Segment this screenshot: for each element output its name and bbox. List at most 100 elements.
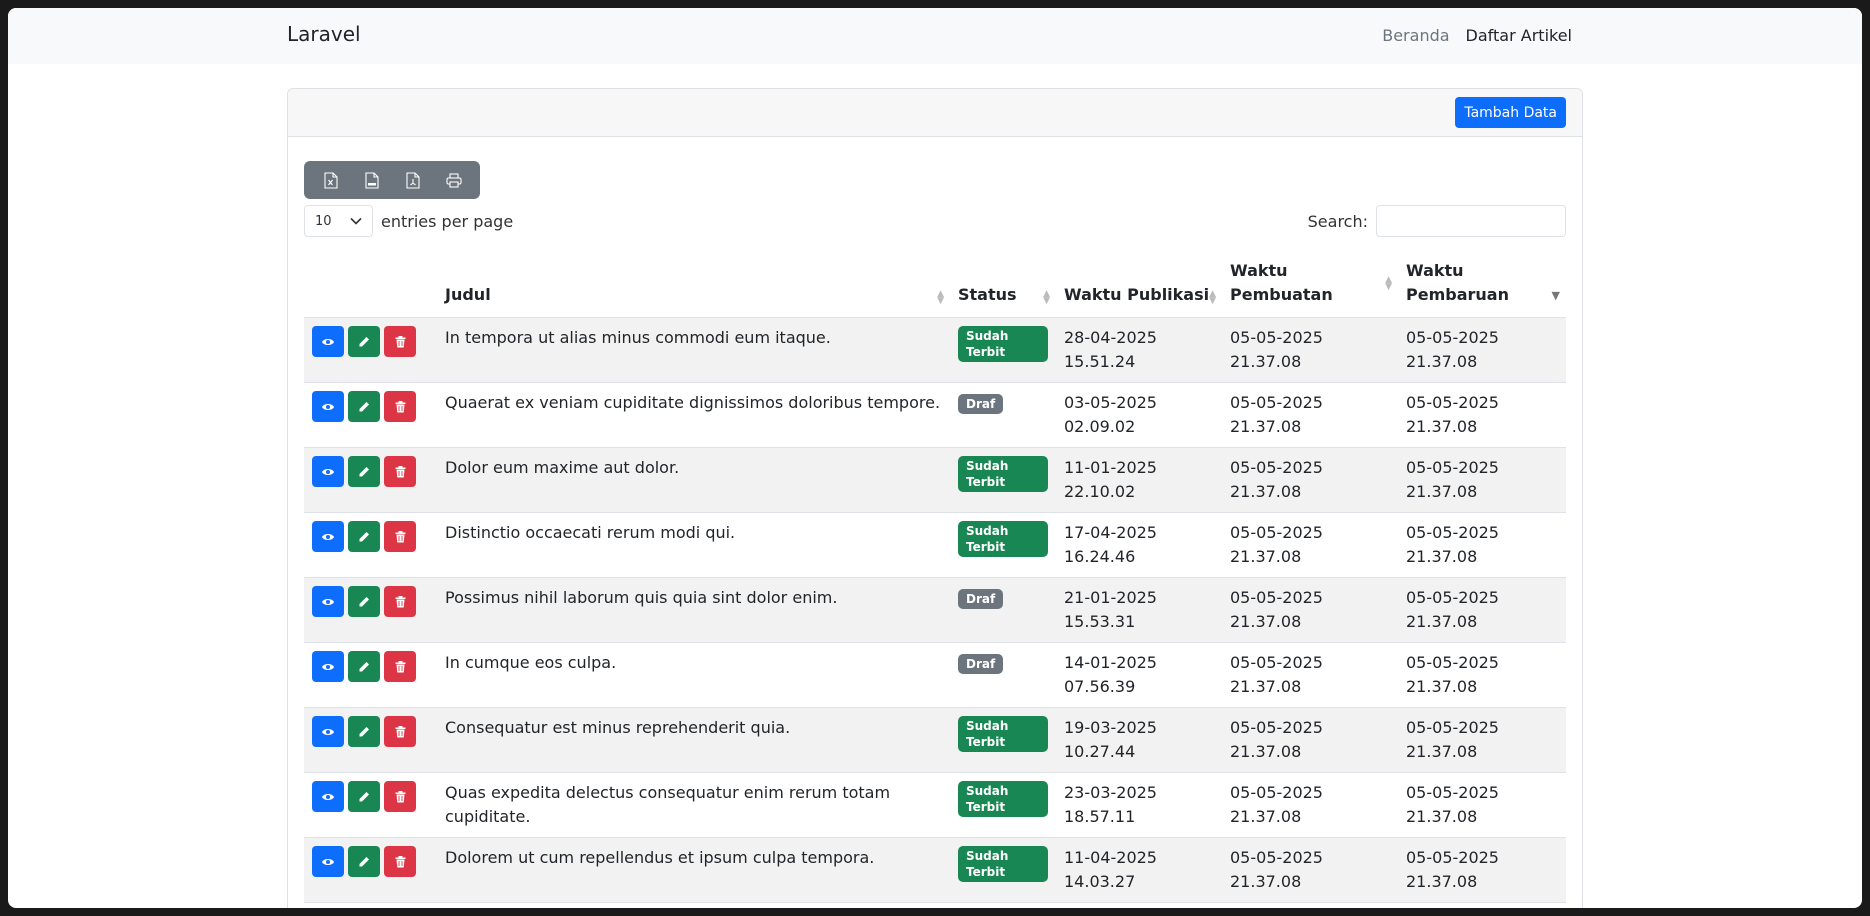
pembaruan-cell: 05-05-2025 21.37.08: [1398, 707, 1566, 773]
csv-file-icon[interactable]: [351, 161, 392, 199]
table-row: In cumque eos culpa. Draf 14-01-2025 07.…: [304, 642, 1566, 708]
table-row: In tempora ut alias minus commodi eum it…: [304, 317, 1566, 383]
edit-button[interactable]: [348, 391, 380, 422]
pembuatan-cell: 05-05-2025 21.37.08: [1222, 512, 1398, 578]
sort-desc-icon: ▼: [1551, 289, 1560, 302]
judul-cell: Consequatur est minus reprehenderit quia…: [437, 707, 950, 773]
excel-file-icon[interactable]: [310, 161, 351, 199]
nav-links: Beranda Daftar Artikel: [1382, 26, 1572, 45]
publikasi-cell: 03-05-2025 02.09.02: [1056, 382, 1222, 448]
view-button[interactable]: [312, 651, 344, 682]
nav-link-daftar-artikel[interactable]: Daftar Artikel: [1466, 26, 1572, 45]
trash-icon: [395, 335, 405, 347]
judul-cell: Dolor eum maxime aut dolor.: [437, 447, 950, 513]
status-badge: Sudah Terbit: [958, 781, 1048, 817]
status-cell: Draf: [950, 577, 1056, 643]
actions-cell: [304, 512, 437, 578]
table-row: Dolor eum maxime aut dolor. Sudah Terbit…: [304, 447, 1566, 513]
per-page-value: 10: [315, 213, 332, 229]
search-control: Search:: [1308, 205, 1566, 237]
column-header-label: Waktu Publikasi: [1064, 285, 1210, 304]
eye-icon: [322, 858, 334, 865]
view-button[interactable]: [312, 846, 344, 877]
column-header-waktu-publikasi[interactable]: Waktu Publikasi ▲ ▼: [1056, 251, 1222, 318]
table-row: Quas expedita delectus consequatur enim …: [304, 772, 1566, 838]
per-page-select[interactable]: 10: [304, 205, 373, 237]
publikasi-cell: 19-03-2025 10.27.44: [1056, 707, 1222, 773]
per-page-control: 10 entries per page: [304, 205, 513, 237]
edit-button[interactable]: [348, 716, 380, 747]
trash-icon: [395, 400, 405, 412]
edit-button[interactable]: [348, 781, 380, 812]
pencil-icon: [359, 531, 369, 541]
delete-button[interactable]: [384, 391, 416, 422]
eye-icon: [322, 468, 334, 475]
edit-button[interactable]: [348, 326, 380, 357]
pencil-icon: [359, 596, 369, 606]
edit-button[interactable]: [348, 651, 380, 682]
delete-button[interactable]: [384, 586, 416, 617]
articles-card: Tambah Data 10 entries per page Search: …: [287, 88, 1583, 908]
judul-cell: In tempora ut alias minus commodi eum it…: [437, 317, 950, 383]
view-button[interactable]: [312, 326, 344, 357]
column-header-waktu-pembuatan[interactable]: Waktu Pembuatan ▲ ▼: [1222, 251, 1398, 318]
delete-button[interactable]: [384, 521, 416, 552]
trash-icon: [395, 595, 405, 607]
view-button[interactable]: [312, 521, 344, 552]
eye-icon: [322, 598, 334, 605]
view-button[interactable]: [312, 716, 344, 747]
delete-button[interactable]: [384, 716, 416, 747]
view-button[interactable]: [312, 781, 344, 812]
edit-button[interactable]: [348, 586, 380, 617]
trash-icon: [395, 530, 405, 542]
publikasi-cell: 17-04-2025 16.24.46: [1056, 512, 1222, 578]
column-header-judul[interactable]: Judul ▲ ▼: [437, 251, 950, 318]
delete-button[interactable]: [384, 651, 416, 682]
judul-cell: Distinctio occaecati rerum modi qui.: [437, 512, 950, 578]
pembuatan-cell: 05-05-2025 21.37.08: [1222, 447, 1398, 513]
delete-button[interactable]: [384, 456, 416, 487]
table-row: Distinctio occaecati rerum modi qui. Sud…: [304, 512, 1566, 578]
status-badge: Draf: [958, 589, 1004, 609]
add-data-button[interactable]: Tambah Data: [1455, 97, 1566, 128]
pembuatan-cell: 05-05-2025 21.37.08: [1222, 382, 1398, 448]
column-header-label: Status: [958, 285, 1017, 304]
card-header: Tambah Data: [288, 89, 1582, 137]
actions-cell: [304, 772, 437, 838]
judul-cell: Quas expedita delectus consequatur enim …: [437, 772, 950, 838]
table-row: Consequatur est minus reprehenderit quia…: [304, 707, 1566, 773]
brand-logo[interactable]: Laravel: [287, 22, 361, 46]
pembuatan-cell: 05-05-2025 21.37.08: [1222, 772, 1398, 838]
pembaruan-cell: 05-05-2025 21.37.08: [1398, 512, 1566, 578]
edit-button[interactable]: [348, 846, 380, 877]
trash-icon: [395, 855, 405, 867]
chevron-down-icon: [350, 217, 362, 225]
view-button[interactable]: [312, 391, 344, 422]
pembuatan-cell: 05-05-2025 21.37.08: [1222, 317, 1398, 383]
pencil-icon: [359, 336, 369, 346]
column-header-waktu-pembaruan[interactable]: Waktu Pembaruan ▼: [1398, 251, 1566, 318]
search-input[interactable]: [1376, 205, 1566, 237]
sort-icon: ▲ ▼: [937, 289, 944, 306]
pembuatan-cell: 05-05-2025 21.37.08: [1222, 837, 1398, 903]
view-button[interactable]: [312, 586, 344, 617]
pembaruan-cell: 05-05-2025 21.37.08: [1398, 577, 1566, 643]
publikasi-cell: 14-01-2025 07.56.39: [1056, 642, 1222, 708]
nav-link-beranda[interactable]: Beranda: [1382, 26, 1449, 45]
printer-icon[interactable]: [433, 161, 474, 199]
status-cell: Sudah Terbit: [950, 447, 1056, 513]
edit-button[interactable]: [348, 521, 380, 552]
table-row: Quaerat ex veniam cupiditate dignissimos…: [304, 382, 1566, 448]
delete-button[interactable]: [384, 326, 416, 357]
view-button[interactable]: [312, 456, 344, 487]
pembaruan-cell: 05-05-2025 21.37.08: [1398, 772, 1566, 838]
column-header-status[interactable]: Status ▲ ▼: [950, 251, 1056, 318]
pdf-file-icon[interactable]: [392, 161, 433, 199]
table-controls: 10 entries per page Search:: [304, 205, 1566, 237]
publikasi-cell: 28-04-2025 15.51.24: [1056, 317, 1222, 383]
edit-button[interactable]: [348, 456, 380, 487]
publikasi-cell: 21-01-2025 15.53.31: [1056, 577, 1222, 643]
delete-button[interactable]: [384, 781, 416, 812]
eye-icon: [322, 728, 334, 735]
delete-button[interactable]: [384, 846, 416, 877]
